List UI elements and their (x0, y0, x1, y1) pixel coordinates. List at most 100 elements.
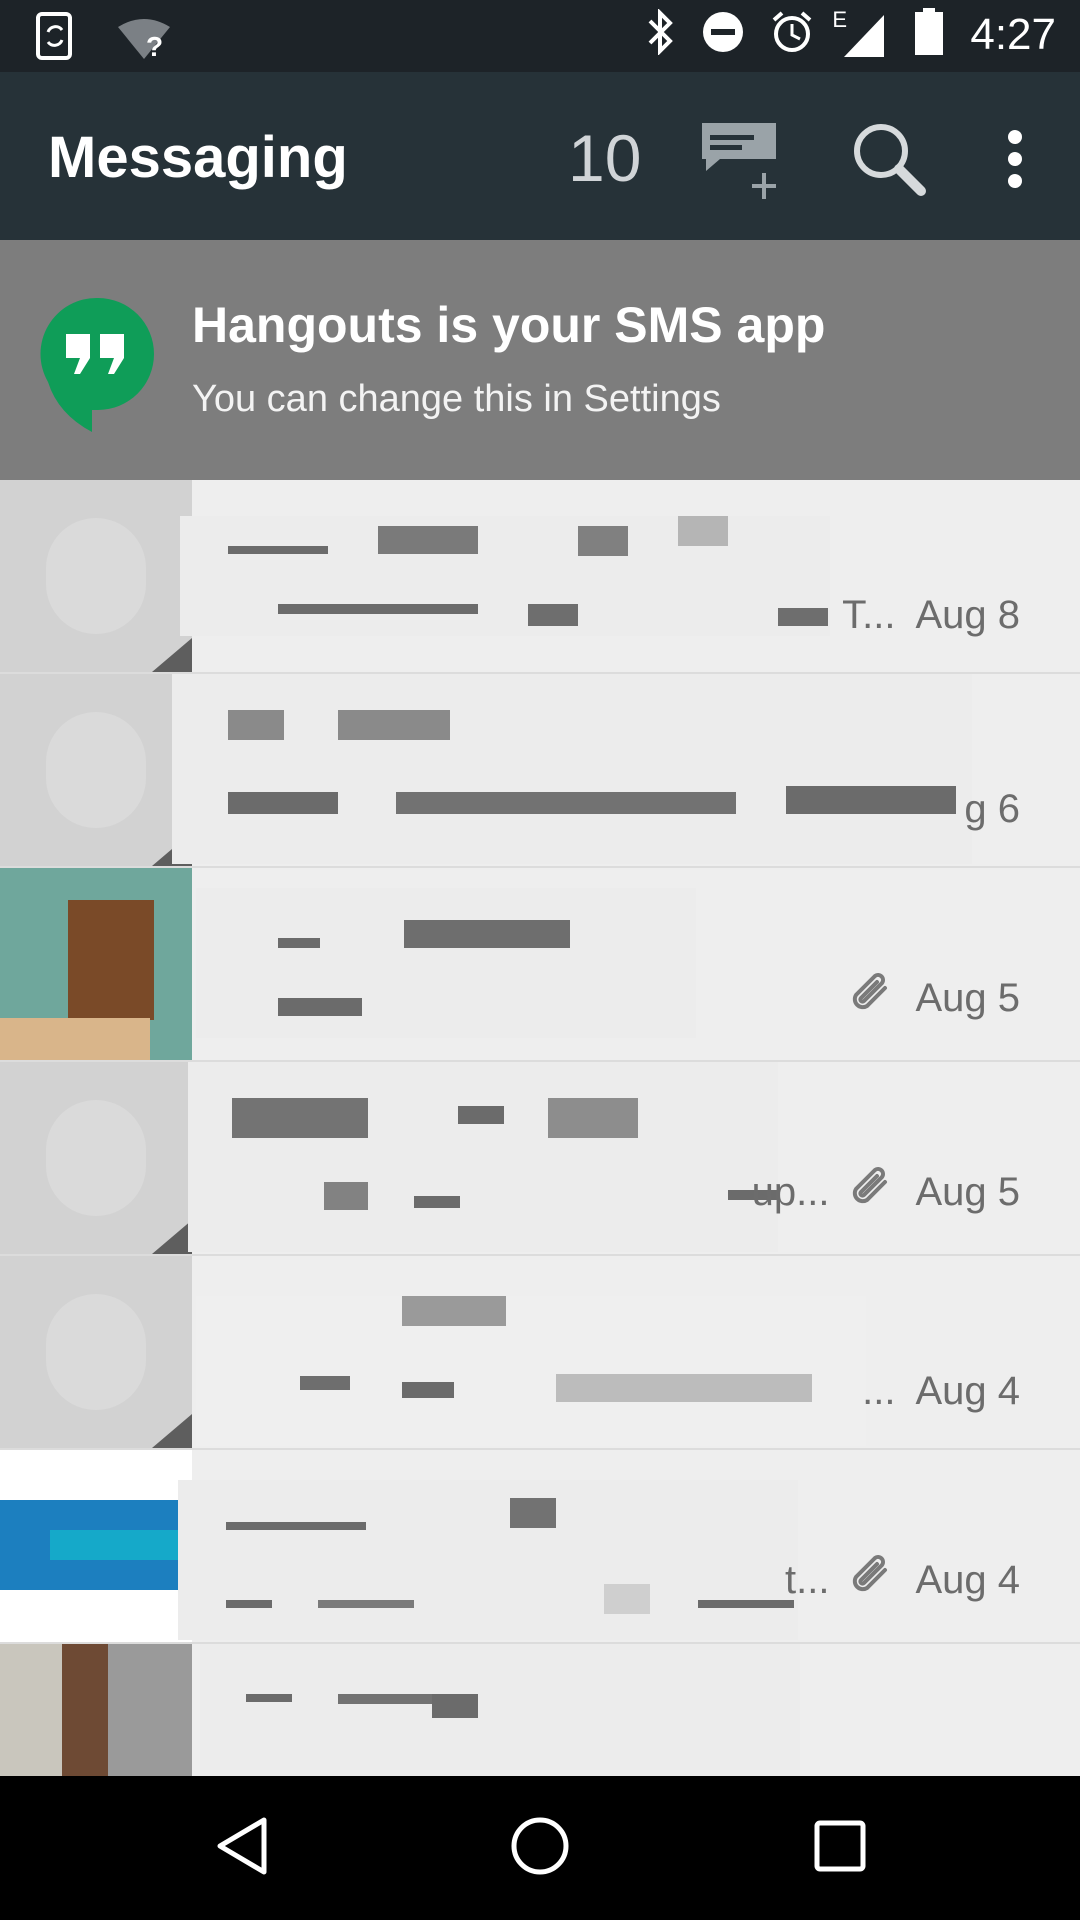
more-options-button[interactable] (970, 116, 1060, 206)
redacted-block (226, 1522, 366, 1530)
redacted-block (578, 526, 628, 556)
home-button[interactable] (500, 1808, 580, 1888)
conversation-date: Aug 4 (915, 1369, 1020, 1413)
redacted-block (510, 1498, 556, 1528)
conversation-row[interactable]: up... Aug 5 (0, 1062, 1080, 1256)
contact-avatar[interactable] (0, 868, 192, 1060)
conversation-date: Aug 5 (915, 1169, 1020, 1214)
contact-avatar[interactable] (0, 480, 192, 672)
redacted-block (278, 604, 478, 614)
app-title: Messaging (48, 125, 348, 190)
redacted-block (778, 608, 828, 626)
snippet-tail: ... (862, 1369, 896, 1413)
new-conversation-button[interactable] (698, 116, 788, 206)
redacted-block (548, 1098, 638, 1138)
conversation-meta: Aug 5 (849, 970, 1020, 1026)
redacted-block (278, 998, 362, 1016)
attachment-icon (849, 970, 895, 1026)
recents-button[interactable] (800, 1808, 880, 1888)
conversation-row[interactable]: ... Aug 4 (0, 1256, 1080, 1450)
conversation-row[interactable]: T... Aug 8 (0, 480, 1080, 674)
redacted-block (324, 1182, 368, 1210)
conversation-row[interactable]: Aug 5 (0, 868, 1080, 1062)
sms-app-banner[interactable]: Hangouts is your SMS app You can change … (0, 240, 1080, 480)
banner-title: Hangouts is your SMS app (192, 297, 826, 353)
redacted-block (318, 1600, 414, 1608)
conversation-meta: g 6 (964, 787, 1020, 832)
redacted-block (172, 674, 972, 864)
conversation-list[interactable]: T... Aug 8 g 6 Aug 5 up... Aug 5 ... Aug… (0, 480, 1080, 1776)
phone-sync-icon (36, 12, 76, 65)
conversation-row[interactable] (0, 1644, 1080, 1776)
redacted-block (414, 1196, 460, 1208)
signal-edge-icon: E (832, 7, 888, 59)
redacted-block (246, 1694, 292, 1702)
redacted-block (378, 526, 478, 554)
redacted-block (698, 1600, 794, 1608)
wifi-unknown-icon: ? (116, 17, 172, 62)
redacted-block (178, 1480, 798, 1640)
conversation-row[interactable]: g 6 (0, 674, 1080, 868)
battery-icon (914, 8, 944, 61)
redacted-block (678, 516, 728, 546)
redacted-block (458, 1106, 504, 1124)
redacted-block (188, 1062, 778, 1252)
snippet-tail: up... (751, 1169, 830, 1214)
snippet-tail: g 6 (964, 787, 1020, 831)
redacted-block (180, 516, 830, 636)
status-time: 4:27 (970, 9, 1056, 59)
navigation-bar (0, 1776, 1080, 1920)
redacted-block (228, 546, 328, 554)
back-icon (214, 1816, 270, 1881)
banner-subtitle: You can change this in Settings (192, 378, 721, 420)
redacted-block (396, 792, 736, 814)
conversation-meta: ... Aug 4 (862, 1369, 1020, 1414)
redacted-block (556, 1374, 812, 1402)
attachment-icon (849, 1164, 895, 1220)
redacted-block (432, 1694, 478, 1718)
snippet-tail: T... (842, 593, 896, 637)
conversation-date: Aug 8 (915, 593, 1020, 637)
redacted-block (402, 1296, 506, 1326)
redacted-block (528, 604, 578, 626)
contact-avatar[interactable] (0, 1644, 192, 1776)
conversation-row[interactable]: t... Aug 4 (0, 1450, 1080, 1644)
conversation-meta: t... Aug 4 (785, 1552, 1020, 1608)
contact-avatar[interactable] (0, 674, 192, 866)
contact-avatar[interactable] (0, 1062, 192, 1254)
redacted-block (404, 920, 570, 948)
redacted-block (604, 1584, 650, 1614)
contact-avatar[interactable] (0, 1450, 192, 1642)
redacted-block (196, 888, 696, 1038)
redacted-block (200, 1644, 800, 1776)
conversation-meta: up... Aug 5 (752, 1164, 1020, 1220)
home-icon (510, 1816, 570, 1881)
conversation-date: Aug 4 (915, 1557, 1020, 1602)
attachment-icon (849, 1552, 895, 1608)
redacted-block (226, 1600, 272, 1608)
unread-count: 10 (568, 121, 642, 195)
redacted-block (228, 710, 284, 740)
redacted-block (338, 710, 450, 740)
redacted-block (278, 938, 320, 948)
status-bar: ? E 4:27 (0, 0, 1080, 72)
search-button[interactable] (844, 116, 934, 206)
app-bar: Messaging 10 (0, 72, 1080, 240)
do-not-disturb-icon (702, 11, 744, 58)
snippet-tail: t... (785, 1557, 830, 1602)
contact-avatar[interactable] (0, 1256, 192, 1448)
conversation-meta: T... Aug 8 (842, 593, 1020, 638)
bluetooth-icon (646, 8, 676, 60)
conversation-date: Aug 5 (915, 975, 1020, 1020)
redacted-block (402, 1382, 454, 1398)
redacted-block (786, 786, 956, 814)
alarm-icon (770, 10, 814, 59)
back-button[interactable] (202, 1808, 282, 1888)
redacted-block (300, 1376, 350, 1390)
redacted-block (228, 792, 338, 814)
recents-icon (813, 1819, 867, 1878)
search-icon (849, 119, 929, 204)
more-options-icon (1005, 129, 1025, 194)
redacted-block (196, 1296, 866, 1446)
new-conversation-icon (698, 119, 788, 204)
